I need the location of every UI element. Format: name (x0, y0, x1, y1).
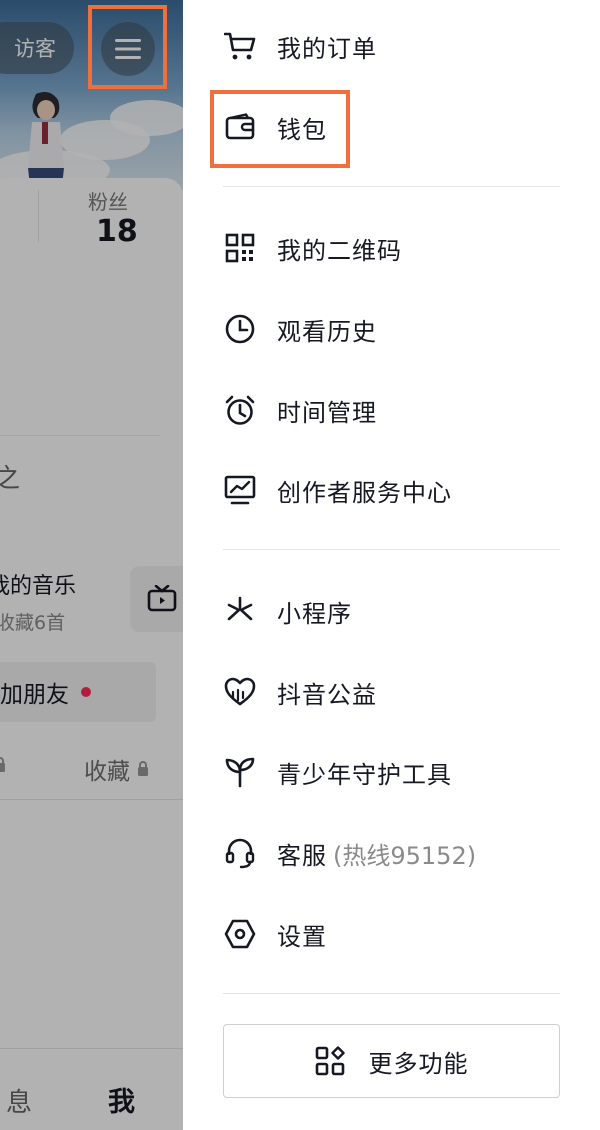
charity-heart-icon (223, 675, 257, 709)
qrcode-icon (223, 231, 257, 265)
dim-overlay[interactable] (0, 0, 183, 1130)
headset-icon (223, 836, 257, 870)
drawer-item-label: 客服 (277, 841, 327, 870)
drawer-divider (223, 186, 560, 187)
drawer-item-youth-protection[interactable]: 青少年守护工具 (223, 742, 563, 802)
drawer-item-label: 创作者服务中心 (277, 478, 452, 507)
drawer-item-history[interactable]: 观看历史 (223, 299, 563, 359)
profile-page-background: 访客 粉丝 18 之 我的音乐 收藏6首 加朋友 收藏 (0, 0, 183, 1130)
drawer-item-label: 抖音公益 (277, 680, 377, 709)
drawer-item-mini-program[interactable]: 小程序 (223, 581, 563, 641)
cart-icon (223, 29, 257, 63)
grid-apps-icon (315, 1046, 345, 1076)
settings-hex-icon (223, 917, 257, 951)
drawer-item-settings[interactable]: 设置 (223, 904, 563, 964)
clock-icon (223, 312, 257, 346)
alarm-icon (223, 393, 257, 427)
drawer-divider (223, 993, 560, 994)
drawer-item-customer-service[interactable]: 客服 (热线95152) (223, 823, 563, 883)
drawer-item-orders[interactable]: 我的订单 (223, 16, 563, 76)
more-features-label: 更多功能 (368, 1049, 469, 1078)
wallet-highlight-box (210, 90, 350, 168)
drawer-item-label: 青少年守护工具 (277, 760, 452, 789)
more-features-button[interactable]: 更多功能 (223, 1024, 560, 1098)
hotline-note: (热线95152) (333, 841, 477, 870)
drawer-item-label: 时间管理 (277, 398, 377, 427)
side-drawer: 我的订单 钱包 我的二维码 观看历史 时间管理 创作者服务中心 小程序 抖音公益… (183, 0, 600, 1130)
drawer-item-label: 观看历史 (277, 317, 377, 346)
menu-button-highlight (88, 5, 167, 89)
drawer-item-label: 我的二维码 (277, 236, 402, 265)
drawer-item-creator-center[interactable]: 创作者服务中心 (223, 460, 563, 520)
mini-program-icon (223, 594, 257, 628)
sprout-icon (223, 755, 257, 789)
drawer-item-label: 我的订单 (277, 34, 377, 63)
drawer-item-time-management[interactable]: 时间管理 (223, 380, 563, 440)
drawer-divider (223, 549, 560, 550)
drawer-item-label: 设置 (277, 922, 327, 951)
drawer-item-qrcode[interactable]: 我的二维码 (223, 218, 563, 278)
drawer-item-charity[interactable]: 抖音公益 (223, 662, 563, 722)
drawer-item-label: 小程序 (277, 599, 352, 628)
chart-monitor-icon (223, 473, 257, 507)
